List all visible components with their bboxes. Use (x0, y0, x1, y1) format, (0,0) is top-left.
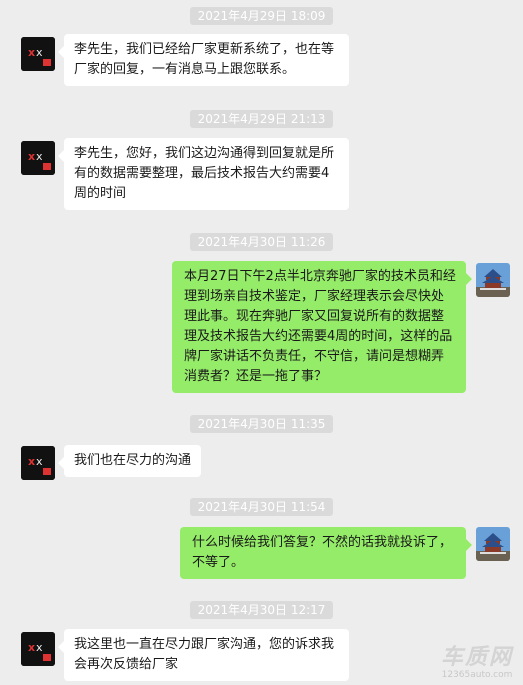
svg-text:x: x (36, 150, 43, 163)
watermark-logo: 车质网 (440, 645, 513, 670)
dealer-avatar-icon[interactable]: xx (21, 632, 55, 666)
svg-text:x: x (36, 46, 43, 59)
svg-text:x: x (28, 150, 35, 163)
timestamp: 2021年4月29日 21:13 (0, 108, 523, 128)
timestamp: 2021年4月30日 11:26 (0, 231, 523, 251)
svg-text:x: x (36, 455, 43, 468)
timestamp: 2021年4月30日 12:17 (0, 599, 523, 619)
message-bubble-received: 李先生，我们已经给厂家更新系统了，也在等厂家的回复，一有消息马上跟您联系。 (58, 34, 349, 86)
message-bubble-sent: 本月27日下午2点半北京奔驰厂家的技术员和经理到场亲自技术鉴定，厂家经理表示会尽… (172, 261, 472, 393)
message-bubble-received: 李先生，您好，我们这边沟通得到回复就是所有的数据需要整理，最后技术报告大约需要4… (58, 138, 349, 210)
watermark-url: 12365auto.com (441, 670, 513, 680)
message-bubble-sent: 什么时候给我们答复？不然的话我就投诉了，不等了。 (180, 527, 472, 579)
temple-of-heaven-avatar-icon[interactable] (476, 263, 510, 297)
svg-text:x: x (36, 641, 43, 654)
timestamp: 2021年4月30日 11:54 (0, 496, 523, 516)
timestamp: 2021年4月30日 11:35 (0, 413, 523, 433)
svg-text:x: x (28, 455, 35, 468)
dealer-avatar-icon[interactable]: xx (21, 446, 55, 480)
watermark: 车质网 12365auto.com (432, 646, 522, 681)
svg-text:x: x (28, 46, 35, 59)
timestamp: 2021年4月29日 18:09 (0, 5, 523, 25)
message-bubble-received: 我这里也一直在尽力跟厂家沟通，您的诉求我会再次反馈给厂家 (58, 629, 349, 681)
dealer-avatar-icon[interactable]: xx (21, 37, 55, 71)
svg-text:x: x (28, 641, 35, 654)
message-bubble-received: 我们也在尽力的沟通 (57, 445, 202, 477)
temple-of-heaven-avatar-icon[interactable] (476, 527, 510, 561)
dealer-avatar-icon[interactable]: xx (21, 141, 55, 175)
